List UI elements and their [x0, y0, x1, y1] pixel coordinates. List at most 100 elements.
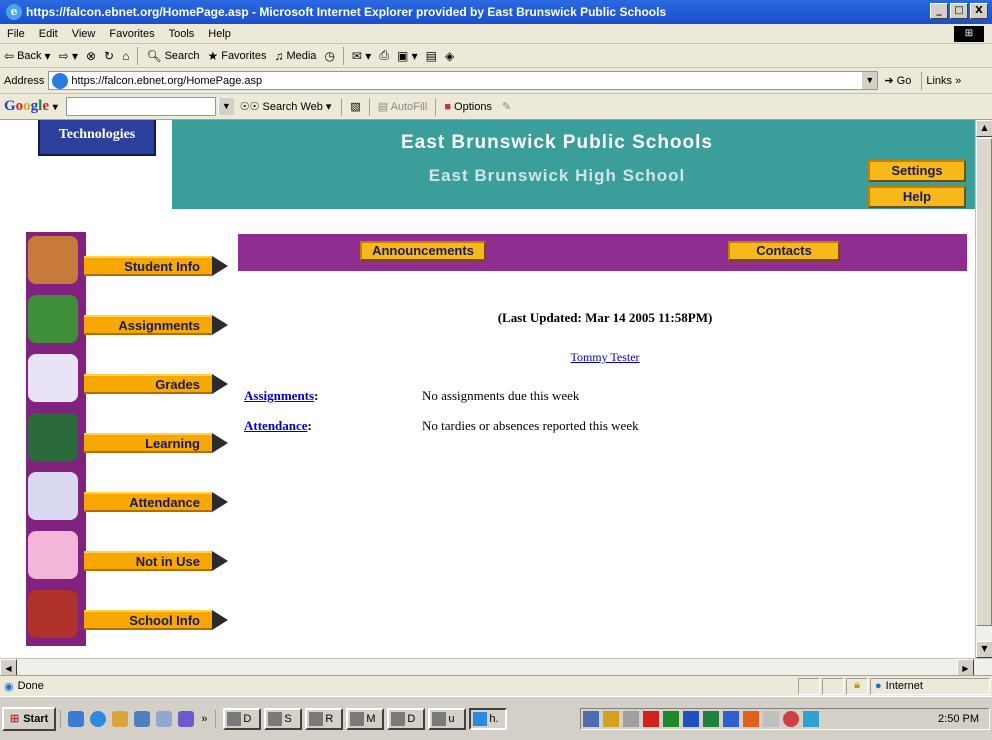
- nav-grades[interactable]: Grades: [26, 350, 228, 406]
- menu-help[interactable]: Help: [201, 28, 238, 40]
- scroll-up-icon[interactable]: ▲: [976, 120, 992, 137]
- media-button[interactable]: ♫ Media: [270, 49, 320, 63]
- tray-app-icon[interactable]: [703, 711, 719, 727]
- tray-app-icon[interactable]: [683, 711, 699, 727]
- search-icon: 🔍︎: [146, 48, 162, 63]
- messenger-button[interactable]: ◈: [441, 49, 458, 63]
- menu-file[interactable]: File: [0, 28, 32, 40]
- menu-favorites[interactable]: Favorites: [102, 28, 161, 40]
- pencil-icon: Grades: [84, 374, 228, 394]
- tray-app-icon[interactable]: [743, 711, 759, 727]
- start-button[interactable]: ⊞ Start: [2, 706, 57, 731]
- home-button[interactable]: ⌂: [118, 49, 133, 63]
- refresh-button[interactable]: ↻: [100, 49, 118, 63]
- announcements-button[interactable]: Announcements: [360, 241, 486, 261]
- tray-key-icon[interactable]: [603, 711, 619, 727]
- tray-n-icon[interactable]: [643, 711, 659, 727]
- history-button[interactable]: ◷: [320, 49, 338, 63]
- quicklaunch-outlook-icon[interactable]: [112, 710, 129, 727]
- address-input[interactable]: https://falcon.ebnet.org/HomePage.asp ▼: [48, 71, 879, 90]
- contacts-button[interactable]: Contacts: [728, 241, 840, 261]
- nav-school-info[interactable]: School Info: [26, 586, 228, 642]
- attendance-link[interactable]: Attendance: [244, 418, 308, 433]
- search-button[interactable]: 🔍︎ Search: [142, 49, 203, 63]
- scroll-down-icon[interactable]: ▼: [976, 641, 992, 658]
- minimize-button[interactable]: _: [930, 3, 948, 19]
- chalkboard-icon: [28, 413, 78, 461]
- go-arrow-icon: ➔: [884, 75, 894, 87]
- close-button[interactable]: X: [970, 3, 988, 19]
- vertical-scrollbar[interactable]: ▲ ▼: [975, 120, 992, 658]
- mail-button[interactable]: ✉ ▾: [348, 49, 375, 63]
- task-button-active[interactable]: h.: [469, 707, 508, 730]
- assignments-link[interactable]: Assignments: [244, 388, 314, 403]
- search-web-label: Search Web: [262, 100, 323, 113]
- nav-label: Attendance: [129, 495, 200, 510]
- quicklaunch-app-icon[interactable]: [178, 710, 195, 727]
- options-button[interactable]: ■ Options: [440, 101, 496, 113]
- autofill-button[interactable]: ▤ AutoFill: [374, 100, 432, 113]
- edit-button[interactable]: ▣ ▾: [393, 49, 422, 63]
- menu-view[interactable]: View: [65, 28, 103, 40]
- nav-label: Not in Use: [135, 554, 200, 569]
- back-button[interactable]: ⇦ Back ▾: [0, 49, 55, 63]
- scroll-left-icon[interactable]: ◀: [0, 659, 17, 676]
- clock[interactable]: 2:50 PM: [938, 713, 979, 725]
- quicklaunch-desktop-icon[interactable]: [68, 710, 85, 727]
- help-button[interactable]: Help: [868, 186, 966, 208]
- tray-volume-icon[interactable]: [623, 711, 639, 727]
- tray-globe-icon[interactable]: [783, 711, 799, 727]
- maximize-button[interactable]: □: [950, 3, 968, 19]
- quicklaunch-app-icon[interactable]: [134, 710, 151, 727]
- pencil-icon[interactable]: ✎: [496, 100, 517, 113]
- task-button[interactable]: R: [305, 707, 344, 730]
- news-icon[interactable]: ▧: [346, 100, 364, 113]
- discuss-button[interactable]: ▤: [422, 49, 441, 63]
- task-button[interactable]: D: [387, 707, 426, 730]
- task-button[interactable]: S: [264, 707, 303, 730]
- tray-app-icon[interactable]: [723, 711, 739, 727]
- menu-tools[interactable]: Tools: [162, 28, 202, 40]
- taskbar-separator: [215, 709, 217, 728]
- chevron-right-icon[interactable]: »: [197, 713, 211, 725]
- task-label: h.: [489, 712, 499, 725]
- last-updated-text: (Last Updated: Mar 14 2005 11:58PM): [497, 310, 713, 325]
- task-button[interactable]: M: [346, 707, 385, 730]
- google-search-input[interactable]: [65, 97, 216, 116]
- tray-app-icon[interactable]: [803, 711, 819, 727]
- favorites-button[interactable]: ★ Favorites: [203, 49, 270, 63]
- scroll-right-icon[interactable]: ▶: [957, 659, 974, 676]
- print-button[interactable]: ⎙: [375, 48, 393, 63]
- nav-attendance[interactable]: Attendance: [26, 468, 228, 524]
- menu-bar: File Edit View Favorites Tools Help ⊞: [0, 24, 992, 44]
- address-dropdown-icon[interactable]: ▼: [861, 72, 878, 89]
- forward-button[interactable]: ⇨ ▾: [55, 49, 82, 63]
- nav-student-info[interactable]: Student Info: [26, 232, 228, 288]
- pencil-icon: Assignments: [84, 315, 228, 335]
- windows-flag-icon: ⊞: [10, 713, 20, 725]
- task-button[interactable]: D: [223, 707, 262, 730]
- nav-learning[interactable]: Learning: [26, 409, 228, 465]
- task-button[interactable]: u: [428, 707, 467, 730]
- scroll-thumb[interactable]: [976, 138, 992, 626]
- quicklaunch-app-icon[interactable]: [156, 710, 173, 727]
- links-button[interactable]: Links »: [926, 75, 961, 87]
- dropdown-arrow-icon: ▾: [44, 48, 51, 63]
- task-label: D: [243, 712, 252, 725]
- tray-app-icon[interactable]: [663, 711, 679, 727]
- menu-edit[interactable]: Edit: [32, 28, 65, 40]
- tray-network-icon[interactable]: [583, 711, 599, 727]
- horizontal-scrollbar[interactable]: ◀ ▶: [0, 658, 992, 676]
- search-web-button[interactable]: ☉☉ Search Web ▾: [234, 100, 338, 114]
- nav-assignments[interactable]: Assignments: [26, 291, 228, 347]
- nav-not-in-use[interactable]: Not in Use: [26, 527, 228, 583]
- student-name-link[interactable]: Tommy Tester: [240, 350, 970, 365]
- stop-button[interactable]: ⊗: [82, 49, 100, 63]
- tray-app-icon[interactable]: [763, 711, 779, 727]
- quicklaunch-ie-icon[interactable]: [90, 710, 107, 727]
- google-search-dropdown-icon[interactable]: ▼: [217, 98, 234, 115]
- settings-button[interactable]: Settings: [868, 160, 966, 182]
- google-logo[interactable]: Google ▾: [0, 98, 62, 115]
- go-button[interactable]: ➔ Go: [878, 74, 917, 87]
- student-face-icon: [28, 236, 78, 284]
